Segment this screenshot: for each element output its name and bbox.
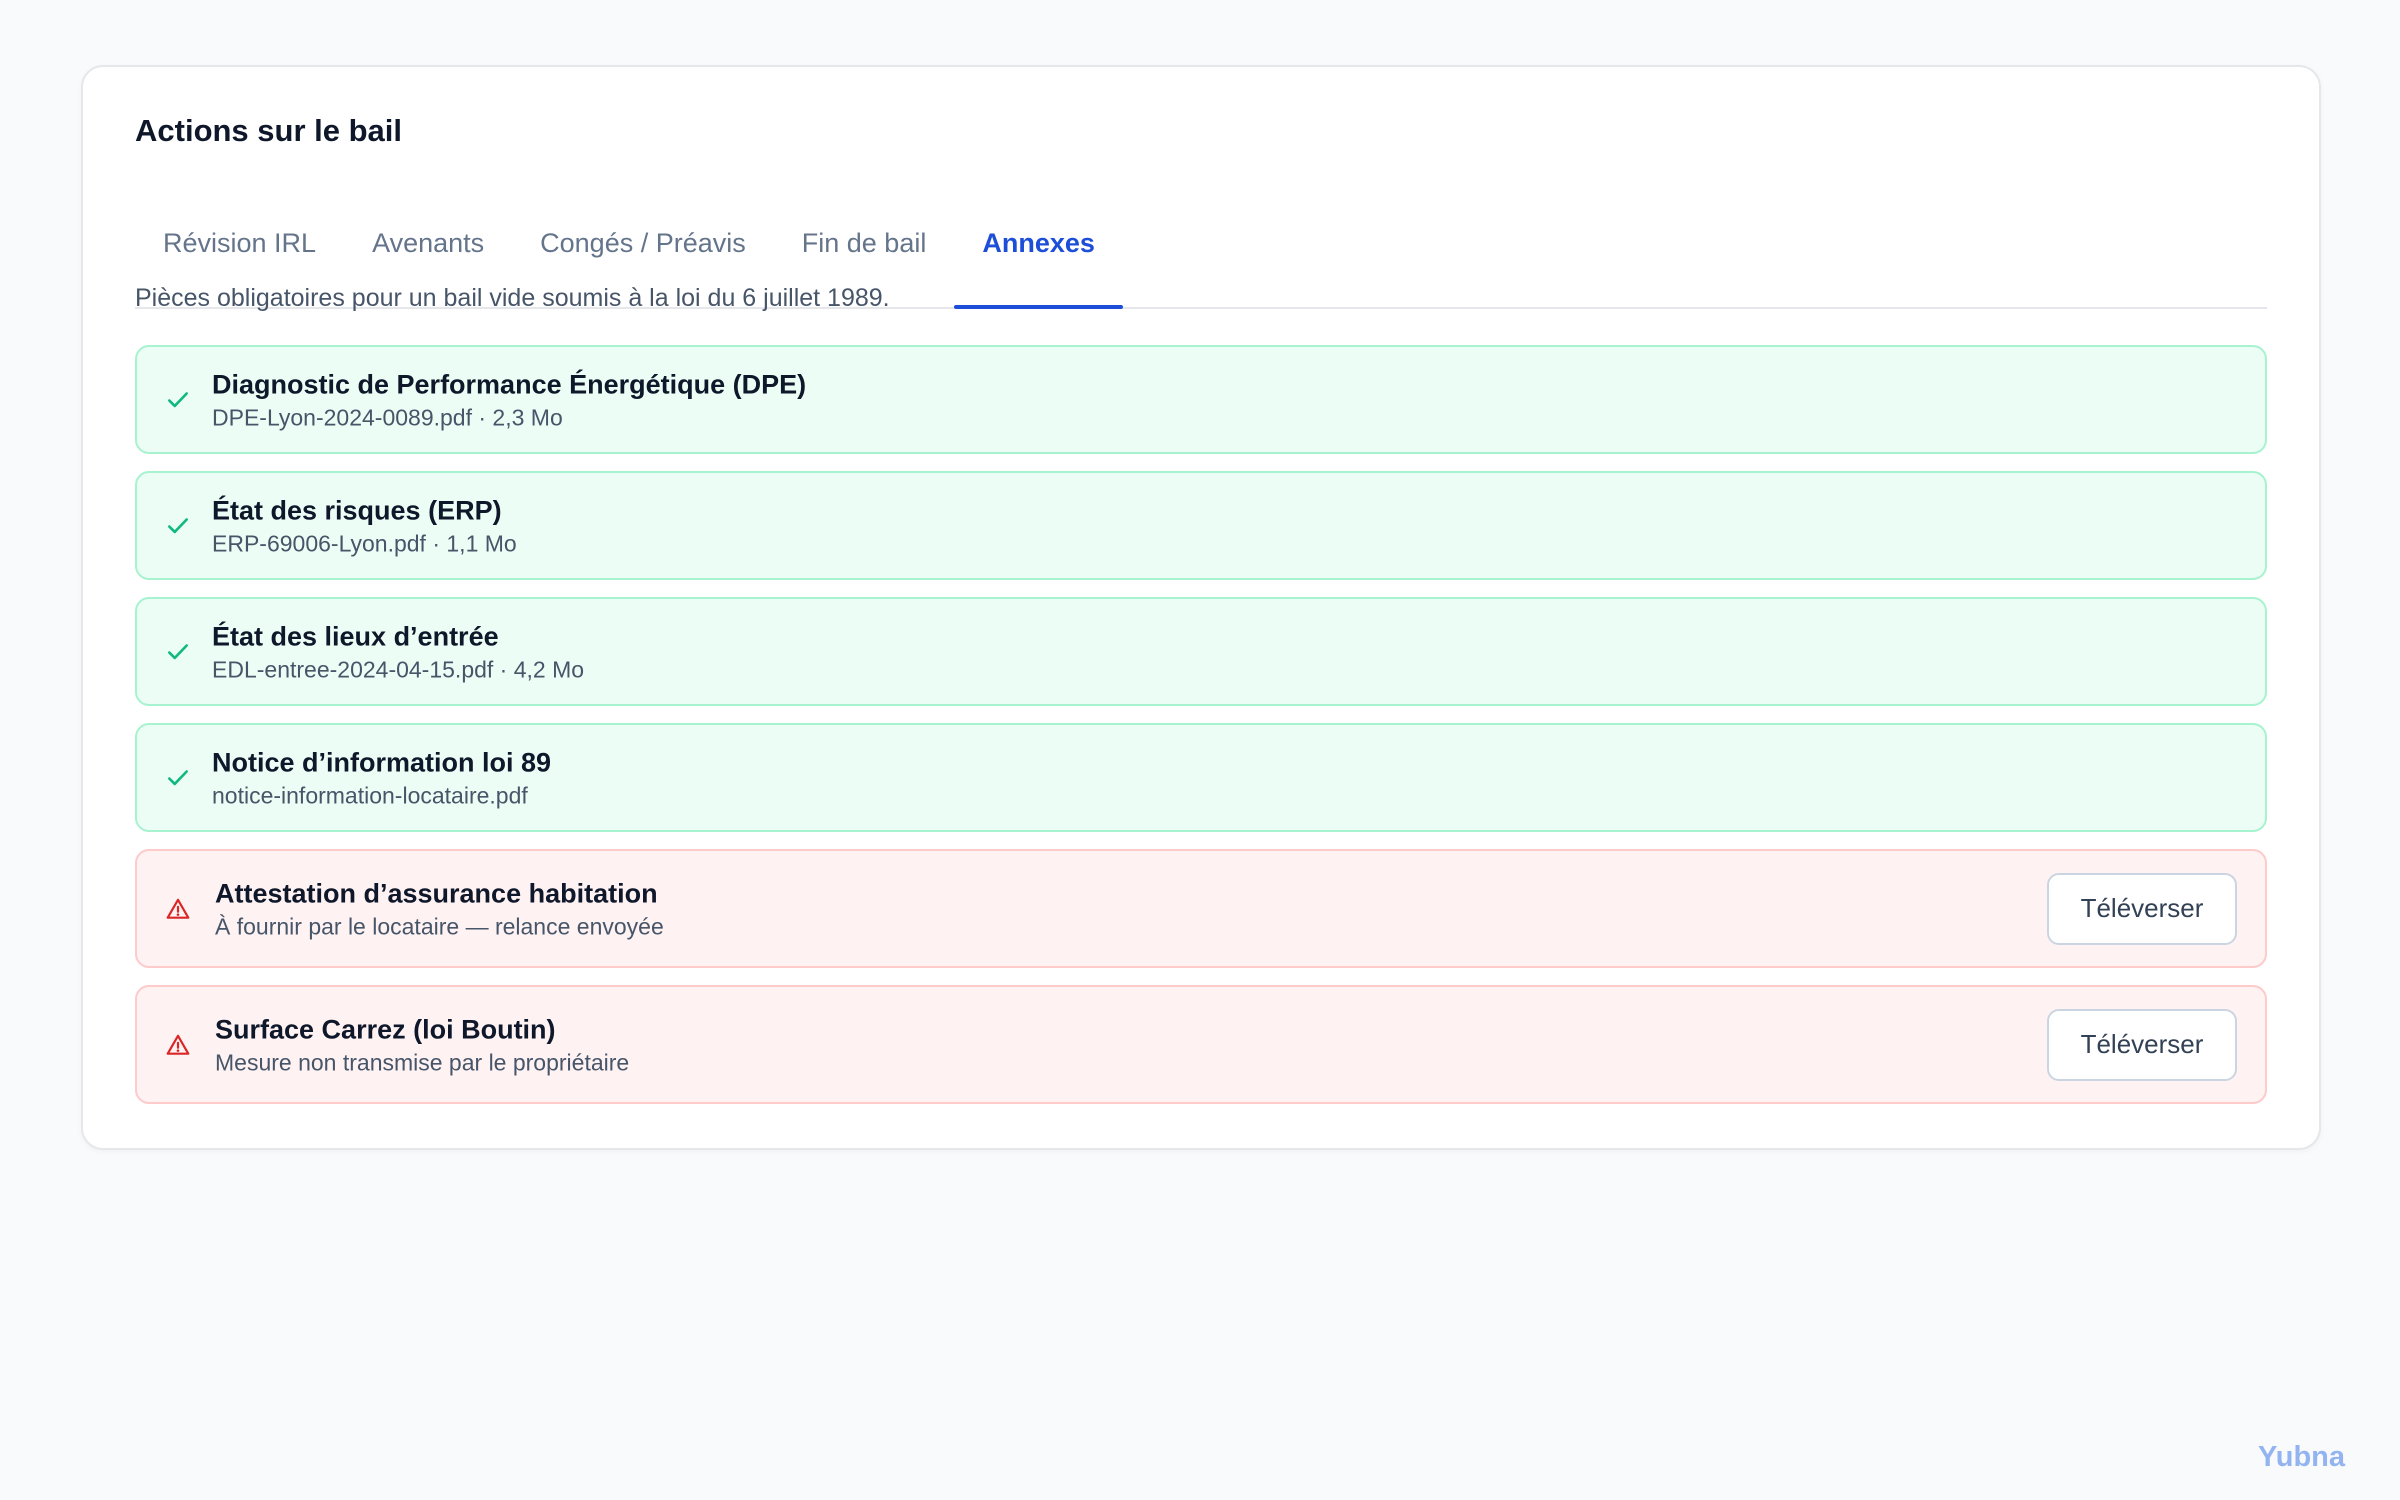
annexe-name: Surface Carrez (loi Boutin) (215, 1014, 556, 1044)
annexe-item-notice: Notice d’information loi 89 notice-infor… (135, 723, 2267, 832)
brand-logo: Yubna (2257, 1441, 2345, 1473)
upload-button[interactable]: Téléverser (2047, 1008, 2237, 1081)
annexe-name: Attestation d’assurance habitation (215, 878, 658, 908)
annexe-item-surface-carrez: Surface Carrez (loi Boutin) Mesure non t… (135, 985, 2267, 1104)
annexe-file-meta: notice-information-locataire.pdf (212, 782, 528, 808)
check-icon (163, 763, 193, 793)
check-icon (163, 511, 193, 541)
tab-annexes[interactable]: Annexes (954, 179, 1123, 309)
annexe-name: Diagnostic de Performance Énergétique (D… (212, 369, 807, 399)
check-icon (163, 637, 193, 667)
card-title: Actions sur le bail (135, 113, 403, 148)
annexe-item-erp: État des risques (ERP) ERP-69006-Lyon.pd… (135, 471, 2267, 580)
annexe-name: État des risques (ERP) (212, 495, 502, 525)
warning-icon (163, 894, 193, 924)
annexe-name: Notice d’information loi 89 (212, 747, 552, 777)
annexe-item-edl: État des lieux d’entrée EDL-entree-2024-… (135, 597, 2267, 706)
warning-icon (163, 1030, 193, 1060)
annexe-status-note: À fournir par le locataire — relance env… (215, 913, 664, 939)
lease-actions-card: Actions sur le bail Révision IRL Avenant… (81, 65, 2321, 1150)
annexe-file-meta: EDL-entree-2024-04-15.pdf · 4,2 Mo (212, 656, 585, 682)
check-icon (163, 385, 193, 415)
annexe-status-note: Mesure non transmise par le propriétaire (215, 1049, 630, 1075)
annexe-item-assurance: Attestation d’assurance habitation À fou… (135, 849, 2267, 968)
annexes-description: Pièces obligatoires pour un bail vide so… (135, 284, 890, 312)
annexes-list: Diagnostic de Performance Énergétique (D… (135, 345, 2267, 1121)
upload-button[interactable]: Téléverser (2047, 872, 2237, 945)
annexe-item-dpe: Diagnostic de Performance Énergétique (D… (135, 345, 2267, 454)
annexe-name: État des lieux d’entrée (212, 621, 499, 651)
annexe-file-meta: ERP-69006-Lyon.pdf · 1,1 Mo (212, 530, 517, 556)
annexe-file-meta: DPE-Lyon-2024-0089.pdf · 2,3 Mo (212, 404, 563, 430)
